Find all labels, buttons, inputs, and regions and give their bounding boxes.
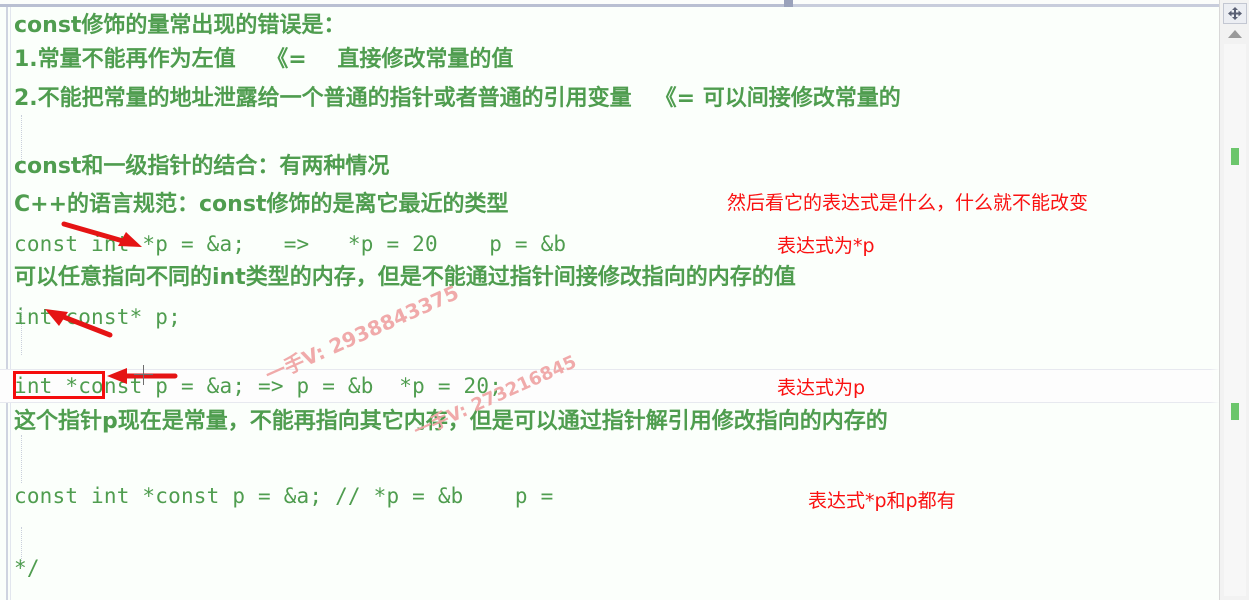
code-line[interactable]: 1.常量不能再作为左值 《= 直接修改常量的值 bbox=[14, 47, 513, 73]
code-editor-surface[interactable]: const修饰的量常出现的错误是： 1.常量不能再作为左值 《= 直接修改常量的… bbox=[0, 7, 1220, 600]
code-line[interactable]: 可以任意指向不同的int类型的内存，但是不能通过指针间接修改指向的内存的值 bbox=[14, 265, 796, 291]
code-line[interactable]: const修饰的量常出现的错误是： bbox=[14, 13, 345, 39]
code-line[interactable]: 这个指针p现在是常量，不能再指向其它内存，但是可以通过指针解引用修改指向的内存的 bbox=[14, 409, 888, 435]
annotation-text: 然后看它的表达式是什么，什么就不能改变 bbox=[727, 192, 1089, 214]
annotation-text: 表达式*p和p都有 bbox=[808, 490, 956, 512]
annotation-text: 表达式为*p bbox=[777, 235, 875, 257]
code-line[interactable]: 2.不能把常量的地址泄露给一个普通的指针或者普通的引用变量 《= 可以间接修改常… bbox=[14, 86, 901, 112]
code-line[interactable]: int *const p = &a; => p = &b *p = 20; bbox=[14, 373, 502, 399]
overview-change-marker[interactable] bbox=[1231, 148, 1239, 165]
code-block-guide bbox=[6, 7, 8, 600]
split-editor-icon[interactable] bbox=[1223, 3, 1247, 24]
code-line[interactable]: */ bbox=[14, 555, 40, 581]
vertical-scrollbar-column[interactable] bbox=[1219, 0, 1249, 600]
indent-guide bbox=[21, 435, 22, 483]
code-line[interactable]: int const* p; bbox=[14, 304, 181, 330]
code-block-guide-secondary bbox=[10, 7, 11, 600]
editor-window: const修饰的量常出现的错误是： 1.常量不能再作为左值 《= 直接修改常量的… bbox=[0, 0, 1249, 600]
split-editor-glyph bbox=[1228, 7, 1242, 20]
splitter-grip-handle[interactable] bbox=[784, 0, 793, 7]
code-line[interactable]: const int *const p = &a; // *p = &b p = bbox=[14, 483, 566, 509]
code-line[interactable]: const int *p = &a; => *p = 20 p = &b bbox=[14, 231, 566, 257]
code-line[interactable]: const和一级指针的结合：有两种情况 bbox=[14, 154, 389, 180]
scroll-up-icon[interactable] bbox=[1228, 30, 1242, 38]
editor-splitter-bar bbox=[0, 0, 1249, 7]
annotation-text: 表达式为p bbox=[777, 377, 866, 399]
overview-change-marker[interactable] bbox=[1231, 403, 1239, 420]
code-line[interactable]: C++的语言规范：const修饰的是离它最近的类型 bbox=[14, 192, 508, 218]
scrollbar-track[interactable] bbox=[1224, 44, 1246, 596]
